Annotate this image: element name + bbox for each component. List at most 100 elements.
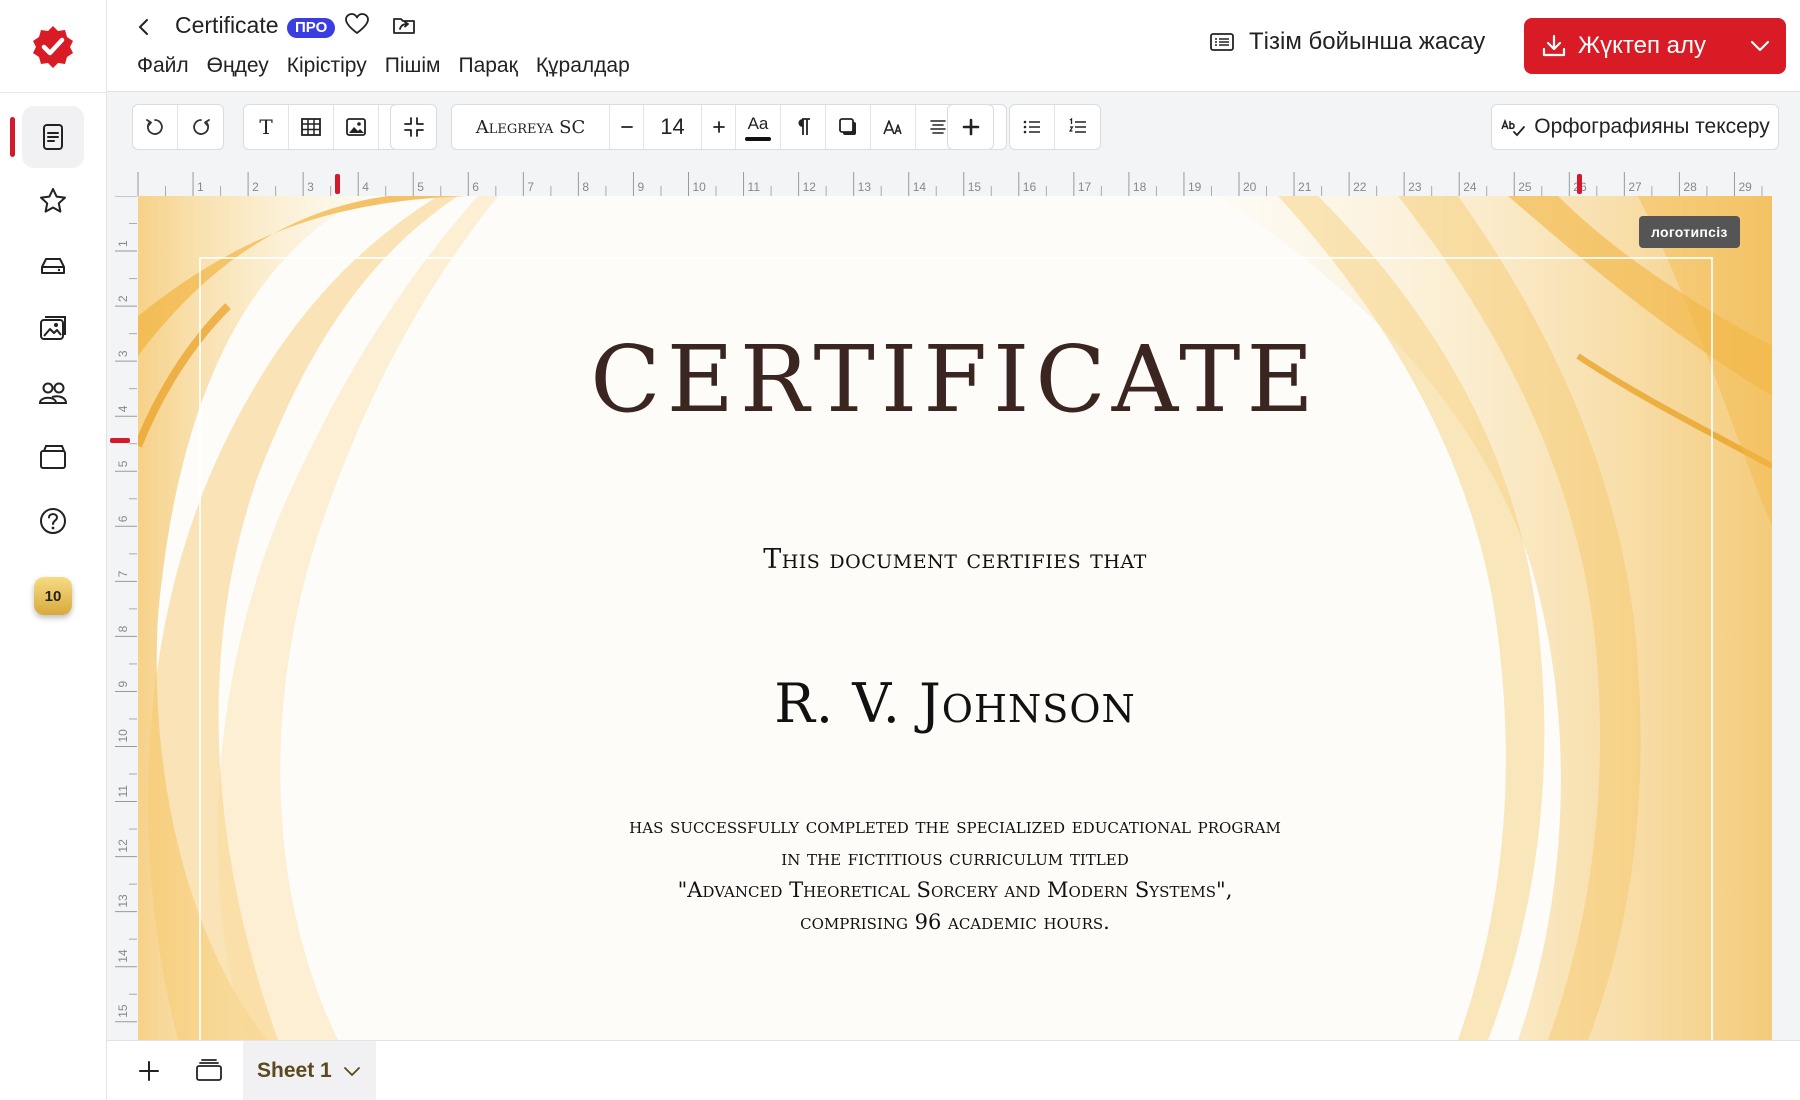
font-group: Alegreya SC 14 Aa [451,104,1007,150]
certificate-canvas[interactable]: логотипсіз CERTIFICATE This document cer… [138,196,1772,1040]
ruler-label: 10 [693,180,707,194]
chevron-down-icon[interactable] [1748,34,1772,58]
ruler-label: 14 [116,949,130,963]
fit-group [390,104,437,150]
ruler-label: 1 [116,240,130,247]
coins-badge[interactable]: 10 [34,577,72,615]
share-button[interactable] [391,12,417,38]
insert-image-button[interactable] [334,105,379,149]
certificate-body[interactable]: has successfully completed the specializ… [138,810,1772,938]
font-size-decrease[interactable] [610,105,644,149]
sidebar-item-users[interactable] [22,362,84,424]
ruler-label: 6 [472,180,479,194]
body-line-3: "Advanced Theoretical Sorcery and Modern… [677,878,1233,902]
download-icon [1542,34,1566,57]
ruler-margin-marker[interactable] [335,174,340,194]
insert-table-button[interactable] [289,105,334,149]
back-button[interactable] [131,12,157,42]
menu-file[interactable]: Файл [137,54,189,78]
horizontal-ruler[interactable]: 1 2 3 4 5 6 7 8 9 10 11 12 13 14 15 16 17 18 19 20 21 22 23 24 2… [107,162,1800,196]
drive-icon [41,258,65,274]
document-title[interactable]: Certificate [175,12,279,39]
fit-page-button[interactable] [391,105,436,149]
text-case-button[interactable]: Aa [736,105,781,149]
sidebar-item-favorites[interactable] [22,170,84,232]
ruler-label: 5 [116,460,130,467]
recipient-name[interactable]: R. V. Johnson [138,672,1772,735]
plus-bold-icon [962,118,979,136]
sheets-overview-button[interactable] [193,1055,225,1087]
plus-icon [139,1061,159,1081]
text-shadow-button[interactable] [826,105,871,149]
certificate-subtitle[interactable]: This document certifies that [138,544,1772,575]
menu-tools[interactable]: Құралдар [536,54,630,78]
logo-divider [0,92,107,93]
menu-edit[interactable]: Өңдеу [207,54,269,78]
list-icon [1210,33,1234,51]
create-from-list-label: Тізім бойынша жасау [1249,28,1486,55]
active-indicator [10,117,15,157]
font-size-increase[interactable] [702,105,736,149]
editor-app: 10 Certificate ПРО Файл Өңдеу Кірістіру … [0,0,1800,1100]
ruler-label: 3 [307,180,314,194]
ruler-label: 19 [1188,180,1202,194]
insert-text-button[interactable]: T [244,105,289,149]
chevron-down-icon[interactable] [342,1061,362,1081]
undo-button[interactable] [133,105,178,149]
app-logo-icon[interactable] [30,24,76,70]
folder-share-icon [393,18,415,34]
redo-button[interactable] [178,105,223,149]
ruler-label: 13 [116,894,130,908]
create-from-list-button[interactable]: Тізім бойынша жасау [1209,28,1485,56]
add-sheet-button[interactable] [133,1055,165,1087]
align-center-icon [930,120,946,134]
sidebar-item-help[interactable] [22,490,84,552]
sheet-bar: Sheet 1 [107,1040,1800,1100]
sheet-tab-1[interactable]: Sheet 1 [243,1041,376,1100]
ruler-label: 11 [116,785,130,798]
menu-sheet[interactable]: Парақ [458,54,517,78]
ruler-label: 17 [1078,180,1092,194]
ruler-label: 8 [116,625,130,632]
ruler-label: 3 [116,350,130,357]
numbered-list-icon [1068,117,1086,133]
ruler-label: 15 [968,180,982,194]
sidebar-item-images[interactable] [22,298,84,360]
font-style-icon [883,120,902,135]
ruler-label: 27 [1628,180,1642,194]
ruler-label: 23 [1408,180,1422,194]
font-style-button[interactable] [871,105,916,149]
ruler-margin-marker[interactable] [110,438,130,443]
bullet-list-button[interactable] [1010,105,1055,149]
spellcheck-button[interactable]: Орфографияны тексеру [1491,104,1779,150]
images-icon [40,316,66,340]
add-element-button[interactable] [948,105,993,149]
ruler-label: 21 [1298,180,1312,194]
font-size-value[interactable]: 14 [644,105,702,149]
ruler-label: 22 [1353,180,1367,194]
ruler-label: 29 [1738,180,1752,194]
sidebar-item-drive[interactable] [22,234,84,296]
numbered-list-button[interactable] [1055,105,1100,149]
vertical-ruler[interactable]: 1 2 3 4 5 6 7 8 9 10 11 12 13 14 15 [107,195,137,1050]
font-family-select[interactable]: Alegreya SC [452,105,610,149]
favorite-button[interactable] [344,11,370,37]
menu-insert[interactable]: Кірістіру [287,54,367,78]
ruler-margin-marker[interactable] [1577,174,1582,194]
pilcrow-icon [798,118,810,135]
sidebar-item-document[interactable] [22,106,84,168]
users-icon [38,382,68,404]
add-group [947,104,994,150]
certificate-title[interactable]: CERTIFICATE [138,326,1772,433]
no-logo-badge[interactable]: логотипсіз [1639,216,1740,248]
ruler-label: 24 [1463,180,1477,194]
menu-format[interactable]: Пішім [385,54,441,78]
paragraph-button[interactable] [781,105,826,149]
sidebar-item-folder[interactable] [22,426,84,488]
heart-icon [345,13,369,34]
download-button[interactable]: Жүктеп алу [1524,18,1786,74]
bullet-list-icon [1023,120,1040,134]
ruler-label: 9 [116,680,130,687]
ruler-label: 7 [116,570,130,577]
spellcheck-label: Орфографияны тексеру [1534,115,1770,138]
